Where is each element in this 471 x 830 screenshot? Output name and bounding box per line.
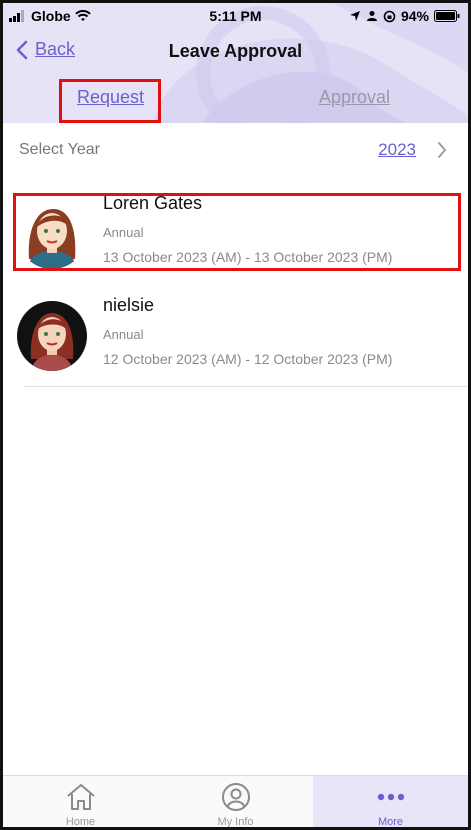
- more-dots-icon: [377, 793, 404, 801]
- chevron-right-icon[interactable]: [436, 140, 448, 160]
- avatar: [17, 301, 87, 371]
- woman-avatar-icon: [17, 301, 87, 371]
- tab-home[interactable]: Home: [3, 776, 158, 828]
- tab-more[interactable]: More: [313, 776, 468, 828]
- list-item[interactable]: nielsie Annual 12 October 2023 (AM) - 12…: [3, 291, 468, 387]
- user-circle-icon: [221, 783, 250, 811]
- tab-more-label: More: [377, 816, 404, 828]
- home-icon: [66, 784, 95, 810]
- divider: [23, 386, 468, 387]
- battery-icon: [434, 10, 460, 22]
- header: Globe 5:11 PM 94% Back Leave Approval Re…: [3, 3, 468, 123]
- location-arrow-icon: [349, 11, 360, 21]
- page-title: Leave Approval: [168, 41, 303, 61]
- leave-dates: 12 October 2023 (AM) - 12 October 2023 (…: [103, 351, 393, 367]
- lock-rotation-icon: [383, 10, 396, 22]
- tab-approval[interactable]: Approval: [319, 87, 390, 108]
- person-icon: [366, 11, 377, 21]
- employee-name: nielsie: [103, 295, 155, 315]
- tab-my-info-label: My Info: [217, 816, 254, 828]
- status-bar: Globe 5:11 PM 94%: [3, 5, 468, 27]
- app-screen: Globe 5:11 PM 94% Back Leave Approval Re…: [0, 0, 471, 830]
- request-row-highlight: [13, 193, 461, 271]
- year-selector-label: Select Year: [19, 141, 100, 158]
- tab-my-info[interactable]: My Info: [158, 776, 313, 828]
- tab-home-label: Home: [65, 816, 96, 828]
- bottom-tab-bar: Home My Info More: [3, 775, 468, 828]
- leave-type: Annual: [103, 327, 144, 342]
- request-tab-highlight: [59, 79, 161, 123]
- year-selector[interactable]: Select Year 2023: [3, 131, 468, 171]
- year-value[interactable]: 2023: [378, 140, 416, 160]
- battery-percent: 94%: [400, 8, 429, 24]
